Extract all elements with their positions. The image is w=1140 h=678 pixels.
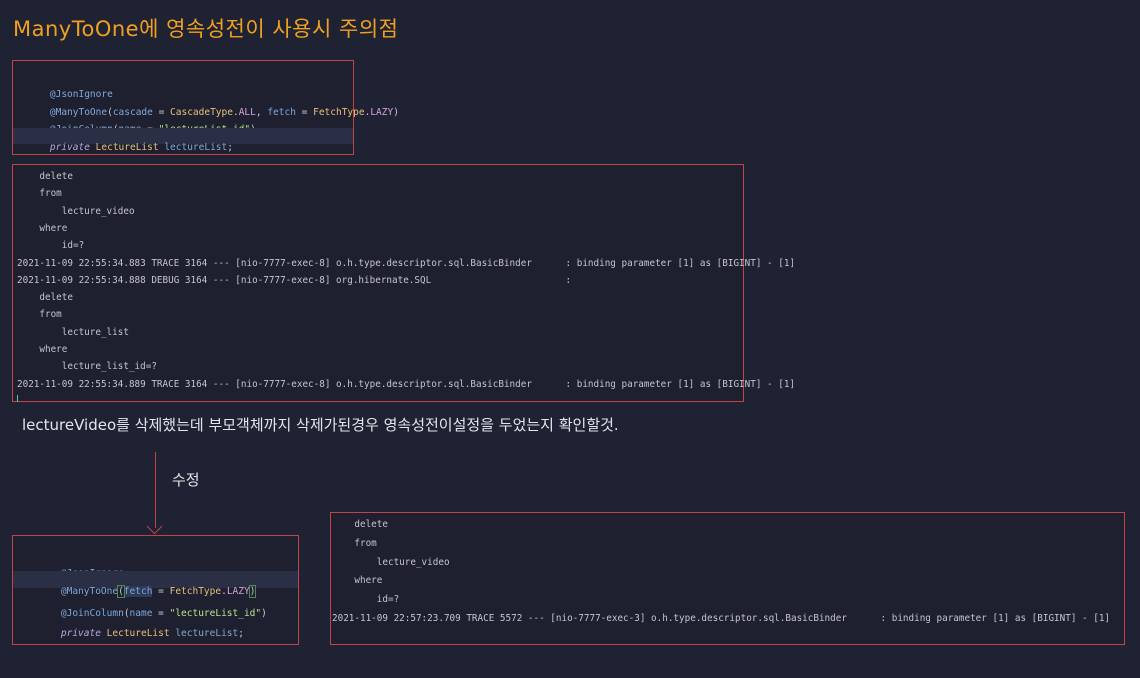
log-line: delete [17, 292, 73, 304]
code-field-name: lectureList [175, 628, 239, 639]
code-type: LectureList [95, 142, 159, 153]
down-arrow-icon [146, 518, 163, 535]
log-line: lecture_video [332, 556, 450, 568]
log-line: from [17, 188, 62, 200]
code-keyword: private [49, 142, 90, 153]
code-token: fetch [267, 107, 296, 118]
code-token: ; [238, 628, 244, 639]
log-line: 2021-11-09 22:57:23.709 TRACE 5572 --- [… [332, 613, 1111, 624]
log-line: where [332, 575, 383, 587]
code-token: = [295, 107, 314, 118]
code-type: LectureList [106, 628, 170, 639]
code-token: LAZY [370, 107, 394, 118]
log-line: 2021-11-09 22:55:34.888 DEBUG 3164 --- [… [17, 274, 572, 286]
log-line: lecture_list_id=? [17, 361, 157, 373]
text-caret [17, 395, 18, 402]
code-field-name: lectureList [164, 142, 228, 153]
note-text: lectureVideo를 삭제했는데 부모객체까지 삭제가된경우 영속성전이설… [22, 416, 619, 434]
code-box-after: @JsonIgnore @ManyToOne(fetch = FetchType… [12, 535, 299, 645]
code-line-highlighted: @ManyToOne(fetch = FetchType.LAZY) [13, 571, 298, 598]
code-keyword: private [60, 628, 101, 639]
log-line: lecture_video [17, 205, 135, 217]
page-title: ManyToOne에 영속성전이 사용시 주의점 [13, 17, 399, 41]
code-token: ) [393, 107, 399, 118]
log-line: 2021-11-09 22:55:34.889 TRACE 3164 --- [… [17, 378, 796, 390]
log-line: 2021-11-09 22:55:34.883 TRACE 3164 --- [… [17, 257, 796, 269]
log-line: from [17, 309, 62, 321]
fix-label: 수정 [172, 471, 200, 489]
log-line: where [17, 344, 68, 355]
code-line: private LectureList lectureList; [38, 616, 244, 652]
down-arrow-line [155, 452, 156, 528]
code-token: FetchType [313, 107, 365, 118]
log-line: delete [17, 171, 73, 182]
log-box-before: delete from lecture_video where id=? 2021… [12, 164, 795, 402]
code-box-before: @JsonIgnore @ManyToOne(cascade = Cascade… [12, 60, 399, 155]
log-line: where [17, 222, 68, 234]
code-line-highlighted: private LectureList lectureList; [13, 128, 353, 153]
log-line: id=? [332, 594, 400, 606]
log-box-after: delete from lecture_video where id=? 2021… [330, 512, 1125, 645]
log-line: id=? [17, 240, 85, 252]
log-line: from [332, 537, 377, 549]
code-token: , [255, 107, 268, 118]
code-token: ; [227, 142, 233, 153]
log-line: delete [332, 519, 388, 530]
log-line: lecture_list [17, 326, 129, 338]
code-token: ) [261, 608, 267, 619]
